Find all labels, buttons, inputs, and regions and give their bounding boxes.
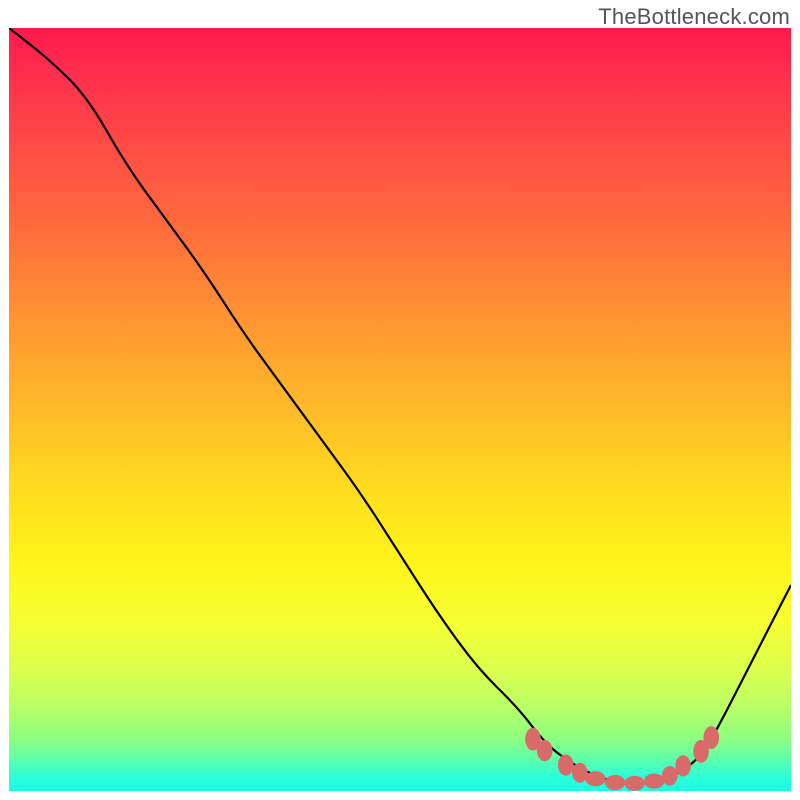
chart-svg bbox=[9, 28, 791, 791]
chart-container: TheBottleneck.com bbox=[0, 0, 800, 800]
curve-marker bbox=[558, 754, 574, 775]
curve-marker bbox=[624, 776, 644, 791]
plot-area bbox=[9, 28, 791, 791]
bottleneck-curve bbox=[9, 28, 791, 783]
curve-markers bbox=[525, 726, 719, 791]
curve-marker bbox=[675, 755, 691, 776]
curve-marker bbox=[572, 763, 588, 783]
curve-marker bbox=[703, 726, 719, 749]
curve-marker bbox=[537, 740, 553, 761]
curve-marker bbox=[662, 766, 678, 786]
curve-marker bbox=[605, 775, 625, 790]
curve-marker bbox=[585, 771, 605, 786]
watermark-text: TheBottleneck.com bbox=[598, 4, 790, 30]
curve-marker bbox=[644, 773, 664, 788]
